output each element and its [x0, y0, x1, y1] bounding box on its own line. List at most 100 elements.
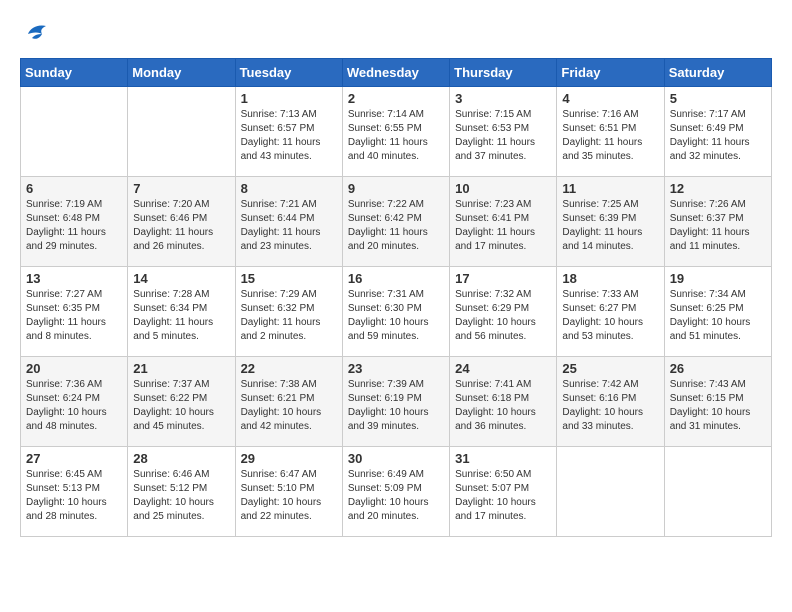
day-info: Sunrise: 7:31 AMSunset: 6:30 PMDaylight:…: [348, 288, 444, 344]
logo: [20, 20, 54, 48]
day-number: 14: [133, 271, 229, 286]
day-info: Sunrise: 7:34 AMSunset: 6:25 PMDaylight:…: [670, 288, 766, 344]
week-row-3: 13 Sunrise: 7:27 AMSunset: 6:35 PMDayligh…: [21, 267, 772, 357]
day-number: 27: [26, 451, 122, 466]
day-info: Sunrise: 7:16 AMSunset: 6:51 PMDaylight:…: [562, 108, 658, 164]
calendar-cell: 29Sunrise: 6:47 AMSunset: 5:10 PMDayligh…: [235, 447, 342, 537]
calendar-cell: [21, 87, 128, 177]
calendar-table: SundayMondayTuesdayWednesdayThursdayFrid…: [20, 58, 772, 537]
day-number: 2: [348, 91, 444, 106]
weekday-header-row: SundayMondayTuesdayWednesdayThursdayFrid…: [21, 59, 772, 87]
day-info: Sunrise: 7:26 AMSunset: 6:37 PMDaylight:…: [670, 198, 766, 254]
day-number: 12: [670, 181, 766, 196]
calendar-cell: 8Sunrise: 7:21 AMSunset: 6:44 PMDaylight…: [235, 177, 342, 267]
weekday-header-friday: Friday: [557, 59, 664, 87]
calendar-cell: 27 Sunrise: 6:45 AMSunset: 5:13 PMDayligh…: [21, 447, 128, 537]
calendar-cell: 22 Sunrise: 7:38 AMSunset: 6:21 PMDayligh…: [235, 357, 342, 447]
day-info: Sunrise: 7:36 AMSunset: 6:24 PMDaylight:…: [26, 378, 122, 434]
calendar-cell: 7 Sunrise: 7:20 AMSunset: 6:46 PMDaylight…: [128, 177, 235, 267]
day-info: Sunrise: 7:29 AMSunset: 6:32 PMDaylight:…: [241, 288, 337, 344]
calendar-cell: 23 Sunrise: 7:39 AMSunset: 6:19 PMDayligh…: [342, 357, 449, 447]
day-info: Sunrise: 7:23 AMSunset: 6:41 PMDaylight:…: [455, 198, 551, 254]
calendar-cell: 26 Sunrise: 7:43 AMSunset: 6:15 PMDayligh…: [664, 357, 771, 447]
week-row-4: 20 Sunrise: 7:36 AMSunset: 6:24 PMDayligh…: [21, 357, 772, 447]
day-number: 17: [455, 271, 551, 286]
day-info: Sunrise: 7:25 AMSunset: 6:39 PMDaylight:…: [562, 198, 658, 254]
weekday-header-monday: Monday: [128, 59, 235, 87]
day-number: 18: [562, 271, 658, 286]
calendar-cell: 16 Sunrise: 7:31 AMSunset: 6:30 PMDayligh…: [342, 267, 449, 357]
calendar-cell: 1 Sunrise: 7:13 AMSunset: 6:57 PMDaylight…: [235, 87, 342, 177]
calendar-cell: 11 Sunrise: 7:25 AMSunset: 6:39 PMDayligh…: [557, 177, 664, 267]
day-info: Sunrise: 6:49 AMSunset: 5:09 PMDaylight:…: [348, 468, 444, 524]
day-number: 23: [348, 361, 444, 376]
calendar-cell: 19 Sunrise: 7:34 AMSunset: 6:25 PMDayligh…: [664, 267, 771, 357]
calendar-cell: [664, 447, 771, 537]
day-info: Sunrise: 7:13 AMSunset: 6:57 PMDaylight:…: [241, 108, 337, 164]
day-number: 16: [348, 271, 444, 286]
calendar-cell: 28 Sunrise: 6:46 AMSunset: 5:12 PMDayligh…: [128, 447, 235, 537]
page-header: [20, 20, 772, 48]
day-info: Sunrise: 7:33 AMSunset: 6:27 PMDaylight:…: [562, 288, 658, 344]
calendar-cell: 10 Sunrise: 7:23 AMSunset: 6:41 PMDayligh…: [450, 177, 557, 267]
calendar-cell: [128, 87, 235, 177]
calendar-cell: 5 Sunrise: 7:17 AMSunset: 6:49 PMDaylight…: [664, 87, 771, 177]
calendar-cell: 12 Sunrise: 7:26 AMSunset: 6:37 PMDayligh…: [664, 177, 771, 267]
day-info: Sunrise: 7:20 AMSunset: 6:46 PMDaylight:…: [133, 198, 229, 254]
week-row-5: 27 Sunrise: 6:45 AMSunset: 5:13 PMDayligh…: [21, 447, 772, 537]
day-number: 19: [670, 271, 766, 286]
day-number: 9: [348, 181, 444, 196]
day-number: 6: [26, 181, 122, 196]
day-number: 29: [241, 451, 337, 466]
day-info: Sunrise: 6:46 AMSunset: 5:12 PMDaylight:…: [133, 468, 229, 524]
weekday-header-sunday: Sunday: [21, 59, 128, 87]
day-number: 11: [562, 181, 658, 196]
day-number: 4: [562, 91, 658, 106]
weekday-header-thursday: Thursday: [450, 59, 557, 87]
day-info: Sunrise: 7:37 AMSunset: 6:22 PMDaylight:…: [133, 378, 229, 434]
calendar-cell: 18 Sunrise: 7:33 AMSunset: 6:27 PMDayligh…: [557, 267, 664, 357]
day-number: 20: [26, 361, 122, 376]
day-info: Sunrise: 7:28 AMSunset: 6:34 PMDaylight:…: [133, 288, 229, 344]
day-info: Sunrise: 7:41 AMSunset: 6:18 PMDaylight:…: [455, 378, 551, 434]
day-info: Sunrise: 7:15 AMSunset: 6:53 PMDaylight:…: [455, 108, 551, 164]
day-number: 10: [455, 181, 551, 196]
calendar-cell: [557, 447, 664, 537]
day-number: 21: [133, 361, 229, 376]
calendar-cell: 30 Sunrise: 6:49 AMSunset: 5:09 PMDayligh…: [342, 447, 449, 537]
day-info: Sunrise: 6:45 AMSunset: 5:13 PMDaylight:…: [26, 468, 122, 524]
calendar-cell: 9 Sunrise: 7:22 AMSunset: 6:42 PMDaylight…: [342, 177, 449, 267]
day-number: 13: [26, 271, 122, 286]
day-info: Sunrise: 7:14 AMSunset: 6:55 PMDaylight:…: [348, 108, 444, 164]
day-number: 7: [133, 181, 229, 196]
calendar-cell: 20 Sunrise: 7:36 AMSunset: 6:24 PMDayligh…: [21, 357, 128, 447]
day-info: Sunrise: 7:22 AMSunset: 6:42 PMDaylight:…: [348, 198, 444, 254]
day-number: 3: [455, 91, 551, 106]
day-number: 5: [670, 91, 766, 106]
day-number: 30: [348, 451, 444, 466]
weekday-header-saturday: Saturday: [664, 59, 771, 87]
day-number: 31: [455, 451, 551, 466]
day-info: Sunrise: 7:32 AMSunset: 6:29 PMDaylight:…: [455, 288, 551, 344]
calendar-cell: 31 Sunrise: 6:50 AMSunset: 5:07 PMDayligh…: [450, 447, 557, 537]
day-number: 1: [241, 91, 337, 106]
day-info: Sunrise: 7:39 AMSunset: 6:19 PMDaylight:…: [348, 378, 444, 434]
day-info: Sunrise: 6:50 AMSunset: 5:07 PMDaylight:…: [455, 468, 551, 524]
day-info: Sunrise: 7:19 AMSunset: 6:48 PMDaylight:…: [26, 198, 122, 254]
day-number: 24: [455, 361, 551, 376]
day-number: 22: [241, 361, 337, 376]
calendar-cell: 3 Sunrise: 7:15 AMSunset: 6:53 PMDaylight…: [450, 87, 557, 177]
day-number: 25: [562, 361, 658, 376]
weekday-header-wednesday: Wednesday: [342, 59, 449, 87]
day-number: 8: [241, 181, 337, 196]
calendar-cell: 21 Sunrise: 7:37 AMSunset: 6:22 PMDayligh…: [128, 357, 235, 447]
logo-bird-icon: [20, 20, 50, 48]
day-info: Sunrise: 7:27 AMSunset: 6:35 PMDaylight:…: [26, 288, 122, 344]
day-info: Sunrise: 7:38 AMSunset: 6:21 PMDaylight:…: [241, 378, 337, 434]
calendar-cell: 17 Sunrise: 7:32 AMSunset: 6:29 PMDayligh…: [450, 267, 557, 357]
day-number: 26: [670, 361, 766, 376]
day-number: 15: [241, 271, 337, 286]
day-info: Sunrise: 7:43 AMSunset: 6:15 PMDaylight:…: [670, 378, 766, 434]
day-info: Sunrise: 7:17 AMSunset: 6:49 PMDaylight:…: [670, 108, 766, 164]
day-number: 28: [133, 451, 229, 466]
